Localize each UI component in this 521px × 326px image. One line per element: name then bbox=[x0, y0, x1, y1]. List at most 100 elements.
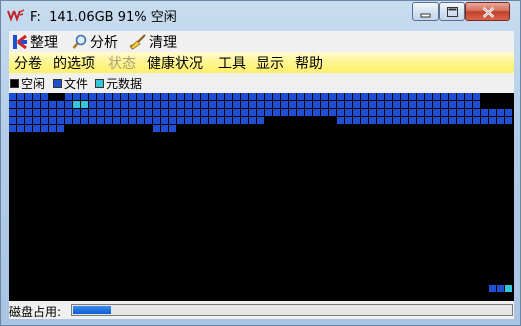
status-bar: 磁盘占用: bbox=[9, 302, 514, 319]
cluster-block bbox=[225, 117, 232, 124]
cluster-block bbox=[273, 109, 280, 116]
legend-file-label: 文件 bbox=[64, 77, 89, 91]
cluster-block bbox=[9, 125, 16, 132]
cluster-block bbox=[33, 93, 40, 100]
cluster-block bbox=[489, 285, 496, 292]
cluster-map[interactable] bbox=[9, 93, 514, 301]
cluster-block bbox=[257, 93, 264, 100]
disk-usage-label: 磁盘占用: bbox=[9, 305, 62, 319]
cluster-block bbox=[97, 101, 104, 108]
menu-view[interactable]: 显示 bbox=[256, 53, 284, 73]
cluster-block bbox=[441, 93, 448, 100]
cluster-block bbox=[201, 109, 208, 116]
menu-help[interactable]: 帮助 bbox=[295, 53, 323, 73]
minimize-button[interactable] bbox=[412, 2, 439, 21]
cluster-block bbox=[457, 117, 464, 124]
cluster-block bbox=[297, 109, 304, 116]
cluster-block bbox=[121, 117, 128, 124]
cluster-block bbox=[201, 93, 208, 100]
cluster-block bbox=[265, 93, 272, 100]
cluster-block bbox=[249, 93, 256, 100]
menu-health[interactable]: 健康状况 bbox=[147, 53, 203, 73]
client-area: 整理 分析 清理 分卷 的选项 状态 健康状况 工具 显示 帮助 空闲 文件 元… bbox=[9, 31, 514, 319]
cluster-block bbox=[505, 109, 512, 116]
menu-options[interactable]: 的选项 bbox=[53, 53, 95, 73]
cluster-block bbox=[505, 285, 512, 292]
menu-tools[interactable]: 工具 bbox=[218, 53, 246, 73]
cleanup-label: 清理 bbox=[149, 34, 177, 51]
cluster-block bbox=[17, 101, 24, 108]
cluster-block bbox=[201, 117, 208, 124]
cluster-map-grid bbox=[9, 93, 512, 292]
cluster-block bbox=[113, 93, 120, 100]
cluster-block bbox=[121, 93, 128, 100]
cluster-block bbox=[233, 101, 240, 108]
cluster-block bbox=[233, 109, 240, 116]
cluster-block bbox=[161, 125, 168, 132]
title-bar[interactable]: F: 141.06GB 91% 空闲 bbox=[1, 1, 520, 29]
cluster-block bbox=[161, 93, 168, 100]
cluster-block bbox=[313, 101, 320, 108]
cluster-block bbox=[217, 117, 224, 124]
cluster-block bbox=[153, 93, 160, 100]
cluster-block bbox=[25, 101, 32, 108]
cluster-block bbox=[433, 117, 440, 124]
cluster-block bbox=[473, 101, 480, 108]
cluster-block bbox=[41, 101, 48, 108]
cluster-block bbox=[241, 101, 248, 108]
defragment-label: 整理 bbox=[30, 34, 58, 51]
cluster-block bbox=[137, 117, 144, 124]
cluster-block bbox=[377, 93, 384, 100]
cluster-block bbox=[505, 117, 512, 124]
cluster-block bbox=[369, 117, 376, 124]
cluster-block bbox=[289, 93, 296, 100]
cluster-block bbox=[393, 109, 400, 116]
cluster-block bbox=[113, 101, 120, 108]
cluster-block bbox=[329, 101, 336, 108]
cluster-block bbox=[369, 93, 376, 100]
defragment-button[interactable]: 整理 bbox=[12, 32, 58, 51]
cluster-block bbox=[489, 109, 496, 116]
maximize-button[interactable] bbox=[439, 2, 465, 21]
cluster-block bbox=[401, 101, 408, 108]
defragment-icon bbox=[13, 34, 27, 49]
cluster-block bbox=[345, 117, 352, 124]
cluster-block bbox=[41, 125, 48, 132]
cluster-block bbox=[81, 93, 88, 100]
close-button[interactable] bbox=[465, 2, 510, 21]
cluster-block bbox=[385, 101, 392, 108]
cluster-block bbox=[17, 125, 24, 132]
cluster-block bbox=[177, 117, 184, 124]
analyze-button[interactable]: 分析 bbox=[72, 32, 118, 51]
cluster-block bbox=[417, 109, 424, 116]
cleanup-button[interactable]: 清理 bbox=[129, 32, 177, 51]
cluster-block bbox=[377, 109, 384, 116]
cluster-block bbox=[129, 109, 136, 116]
menu-volume[interactable]: 分卷 bbox=[14, 53, 42, 73]
cluster-block bbox=[329, 109, 336, 116]
cluster-block bbox=[57, 109, 64, 116]
cluster-block bbox=[433, 109, 440, 116]
cluster-block bbox=[121, 101, 128, 108]
cluster-block bbox=[201, 101, 208, 108]
cluster-block bbox=[433, 101, 440, 108]
cluster-block bbox=[73, 93, 80, 100]
cluster-block bbox=[249, 117, 256, 124]
cluster-block bbox=[97, 117, 104, 124]
cluster-block bbox=[81, 117, 88, 124]
cluster-block bbox=[457, 101, 464, 108]
cluster-block bbox=[473, 109, 480, 116]
app-logo-icon bbox=[7, 9, 25, 22]
legend-metadata-label: 元数据 bbox=[106, 77, 143, 91]
cluster-block bbox=[329, 93, 336, 100]
cluster-block bbox=[409, 109, 416, 116]
disk-usage-bar bbox=[71, 304, 513, 316]
cluster-block bbox=[249, 109, 256, 116]
cluster-block bbox=[417, 93, 424, 100]
cluster-block bbox=[361, 101, 368, 108]
cluster-block bbox=[33, 117, 40, 124]
cluster-block bbox=[217, 93, 224, 100]
cluster-block bbox=[457, 93, 464, 100]
cluster-block bbox=[169, 93, 176, 100]
cluster-block bbox=[449, 109, 456, 116]
